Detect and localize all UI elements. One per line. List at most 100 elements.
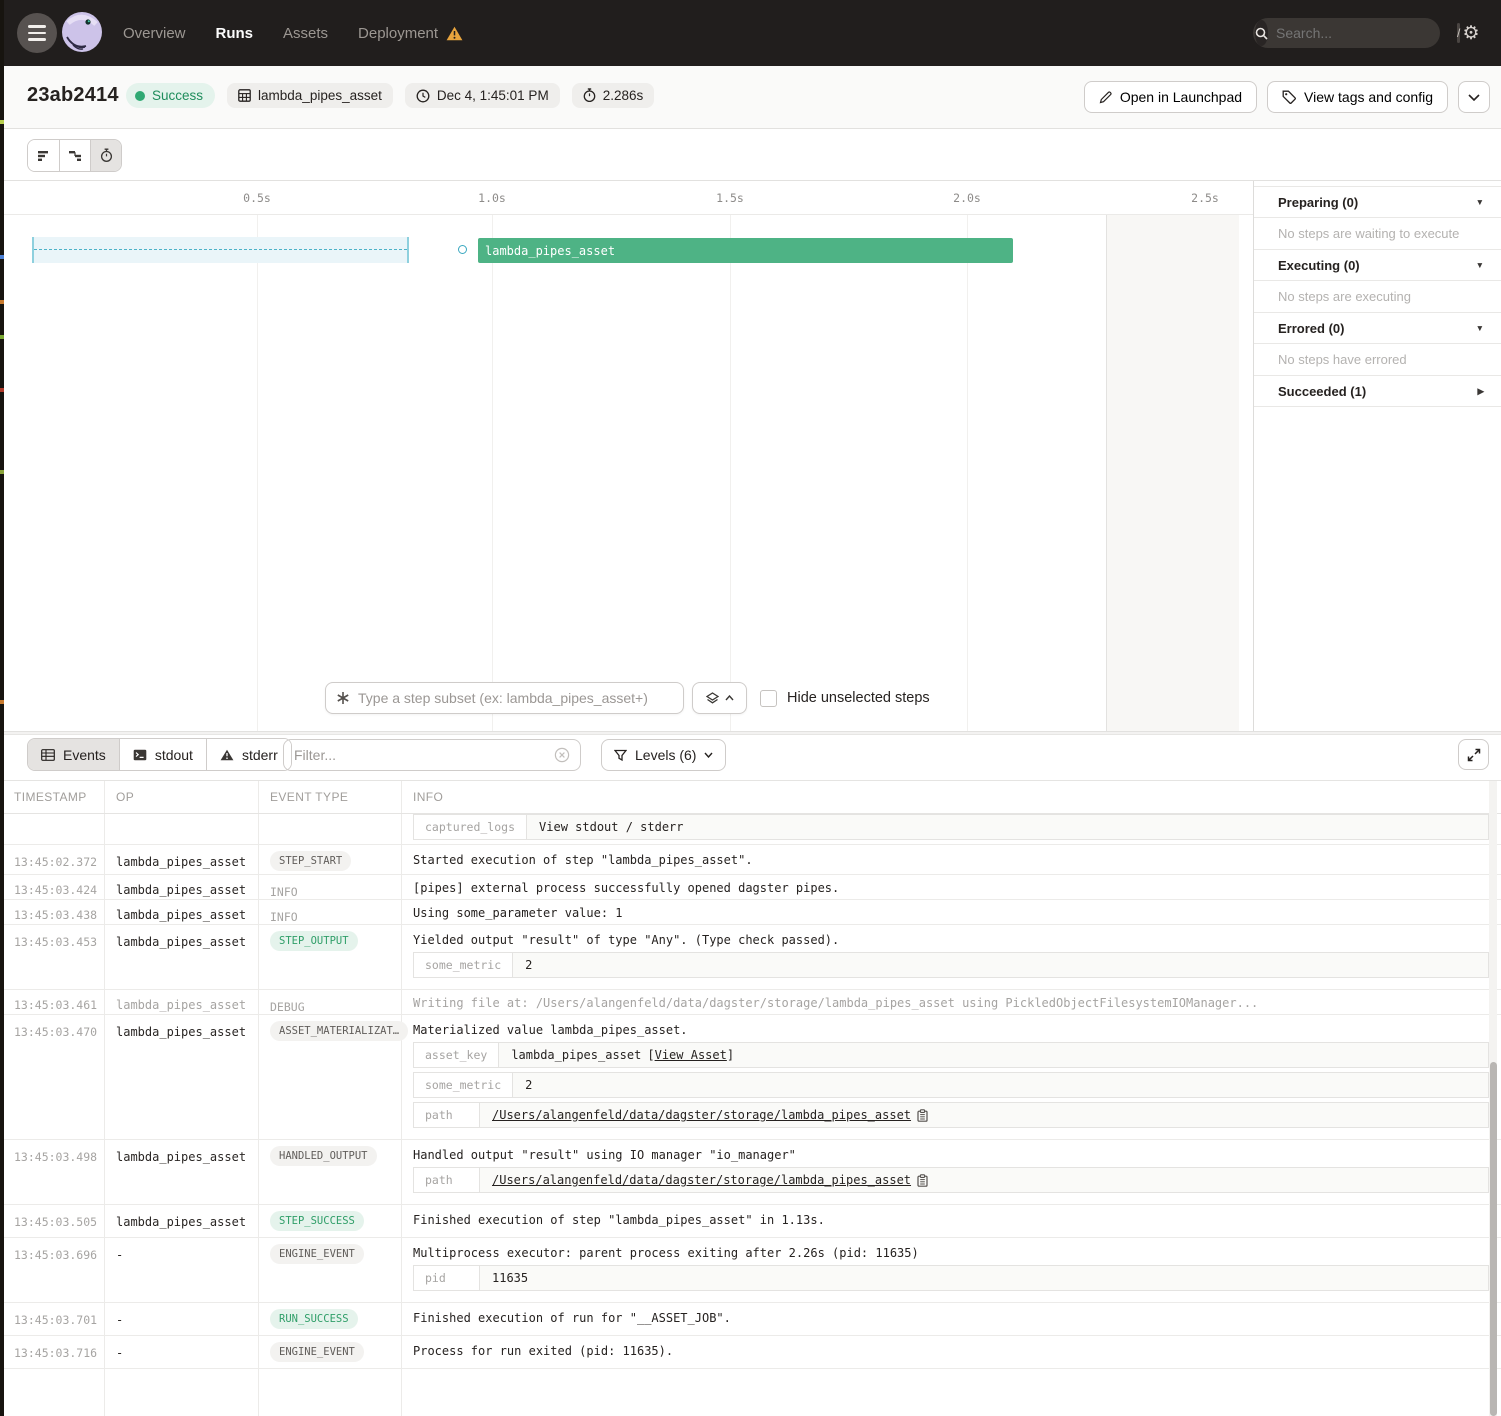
sidebar-section-title: Executing (0) <box>1278 258 1360 273</box>
event-op: - <box>116 1313 123 1327</box>
open-in-launchpad-button[interactable]: Open in Launchpad <box>1084 81 1257 113</box>
event-type-badge: ENGINE_EVENT <box>270 1244 364 1264</box>
search-box[interactable]: / <box>1253 18 1440 48</box>
event-timestamp: 13:45:03.498 <box>14 1150 97 1164</box>
event-info-text: Started execution of step "lambda_pipes_… <box>413 853 1489 868</box>
copy-path-icon[interactable] <box>917 1174 928 1187</box>
caret-down-icon: ▼ <box>1476 197 1484 207</box>
event-info-text: Handled output "result" using IO manager… <box>413 1148 1489 1163</box>
event-type-cell: ASSET_MATERIALIZAT… <box>259 1015 402 1139</box>
event-op-cell: lambda_pipes_asset <box>105 925 259 989</box>
sidebar-section-title: Succeeded (1) <box>1278 384 1366 399</box>
event-timestamp-cell: 13:45:03.424 <box>0 875 105 899</box>
nav-item-runs[interactable]: Runs <box>216 25 254 42</box>
event-type-cell: HANDLED_OUTPUT <box>259 1140 402 1204</box>
waterfall-view-icon <box>68 150 82 162</box>
event-type-cell: STEP_SUCCESS <box>259 1205 402 1237</box>
preparing-duration-region <box>32 237 409 263</box>
copy-path-icon[interactable] <box>917 1109 928 1122</box>
search-icon <box>1255 20 1268 46</box>
nav-item-overview[interactable]: Overview <box>123 25 186 42</box>
event-type-cell: INFO <box>259 875 402 899</box>
event-type-cell: INFO <box>259 900 402 924</box>
event-row[interactable]: 13:45:03.716-ENGINE_EVENTProcess for run… <box>0 1336 1501 1369</box>
stopwatch-icon <box>583 88 596 103</box>
event-row[interactable]: 13:45:03.701-RUN_SUCCESSFinished executi… <box>0 1303 1501 1336</box>
dagster-logo[interactable] <box>59 10 105 56</box>
event-timestamp: 13:45:03.461 <box>14 998 97 1012</box>
graph-options-button[interactable] <box>692 682 747 714</box>
event-row[interactable]: 13:45:02.372lambda_pipes_assetSTEP_START… <box>0 845 1501 875</box>
event-op-cell: lambda_pipes_asset <box>105 875 259 899</box>
event-info-cell: Using some_parameter value: 1 <box>402 900 1501 924</box>
metadata-entry: some_metric2 <box>413 1072 1489 1098</box>
run-header-more-button[interactable] <box>1458 81 1490 113</box>
sidebar-section-executing[interactable]: Executing (0)▼ <box>1254 249 1501 280</box>
gridline <box>492 215 493 731</box>
event-row[interactable]: captured_logsView stdout / stderr <box>0 814 1501 845</box>
gantt-view-mode-group <box>27 139 122 172</box>
metadata-key: some_metric <box>414 1073 513 1097</box>
event-type-badge: STEP_SUCCESS <box>270 1211 364 1231</box>
nav-item-deployment[interactable]: Deployment <box>358 25 463 42</box>
event-timestamp-cell: 13:45:03.716 <box>0 1336 105 1368</box>
metadata-value: /Users/alangenfeld/data/dagster/storage/… <box>480 1103 1488 1127</box>
metadata-entry: asset_keylambda_pipes_asset[View Asset] <box>413 1042 1489 1068</box>
metadata-entry: path/Users/alangenfeld/data/dagster/stor… <box>413 1102 1489 1128</box>
view-asset-link[interactable]: View Asset <box>655 1048 727 1062</box>
step-subset-box <box>325 682 684 714</box>
column-header-event-type: EVENT TYPE <box>259 781 402 813</box>
event-info-text: [pipes] external process successfully op… <box>413 881 1489 896</box>
sidebar-section-errored[interactable]: Errored (0)▼ <box>1254 312 1501 343</box>
metadata-key: asset_key <box>414 1043 499 1067</box>
tab-Events[interactable]: Events <box>28 739 119 770</box>
tab-label: Events <box>63 747 106 763</box>
event-op: lambda_pipes_asset <box>116 998 246 1012</box>
metadata-value-text[interactable]: View stdout / stderr <box>539 820 684 834</box>
event-row[interactable]: 13:45:03.696-ENGINE_EVENTMultiprocess ex… <box>0 1238 1501 1303</box>
search-input[interactable] <box>1276 25 1457 41</box>
event-row[interactable]: 13:45:03.470lambda_pipes_assetASSET_MATE… <box>0 1015 1501 1140</box>
view-tags-config-button[interactable]: View tags and config <box>1267 81 1448 113</box>
step-subset-input[interactable] <box>358 690 673 706</box>
hide-unselected-checkbox[interactable] <box>760 690 777 707</box>
event-row[interactable]: 13:45:03.461lambda_pipes_assetDEBUGWriti… <box>0 990 1501 1015</box>
event-timestamp-cell: 13:45:03.505 <box>0 1205 105 1237</box>
chevron-up-icon <box>725 695 734 701</box>
panel-expand-button[interactable] <box>1458 739 1489 770</box>
event-row[interactable]: 13:45:03.453lambda_pipes_assetSTEP_OUTPU… <box>0 925 1501 990</box>
run-status-badge: Success <box>126 83 215 108</box>
job-tag[interactable]: lambda_pipes_asset <box>227 83 393 108</box>
axis-tick: 2.0s <box>953 191 981 205</box>
filter-input[interactable] <box>294 747 546 763</box>
view-flat-button[interactable] <box>28 140 59 171</box>
gridline <box>967 215 968 731</box>
metadata-value-link[interactable]: /Users/alangenfeld/data/dagster/storage/… <box>492 1173 911 1187</box>
sidebar-section-succeeded[interactable]: Succeeded (1)▶ <box>1254 375 1501 406</box>
hamburger-menu-button[interactable] <box>17 13 57 53</box>
tab-stdout[interactable]: stdout <box>119 739 206 770</box>
levels-filter-button[interactable]: Levels (6) <box>601 739 726 771</box>
step-bar[interactable]: lambda_pipes_asset <box>478 238 1013 263</box>
axis-tick: 0.5s <box>243 191 271 205</box>
nav-item-assets[interactable]: Assets <box>283 25 328 42</box>
event-row[interactable]: 13:45:03.498lambda_pipes_assetHANDLED_OU… <box>0 1140 1501 1205</box>
metadata-value: 2 <box>513 1073 1488 1097</box>
event-row[interactable]: 13:45:03.505lambda_pipes_assetSTEP_SUCCE… <box>0 1205 1501 1238</box>
sidebar-section-title: Errored (0) <box>1278 321 1344 336</box>
view-timed-button[interactable] <box>90 140 121 171</box>
view-waterfall-button[interactable] <box>59 140 90 171</box>
event-row[interactable]: 13:45:03.424lambda_pipes_assetINFO [pipes… <box>0 875 1501 900</box>
metadata-value: View stdout / stderr <box>527 815 1488 839</box>
scrollbar-thumb[interactable] <box>1490 1062 1497 1416</box>
sidebar-section-preparing[interactable]: Preparing (0)▼ <box>1254 186 1501 217</box>
event-info-text: Finished execution of step "lambda_pipes… <box>413 1213 1489 1228</box>
settings-gear-icon[interactable]: ⚙ <box>1458 20 1484 46</box>
metadata-value-link[interactable]: /Users/alangenfeld/data/dagster/storage/… <box>492 1108 911 1122</box>
clear-filter-icon[interactable] <box>554 747 570 763</box>
duration-tag: 2.286s <box>572 83 655 108</box>
event-timestamp: 13:45:03.696 <box>14 1248 97 1262</box>
event-row[interactable]: 13:45:03.438lambda_pipes_assetINFOUsing … <box>0 900 1501 925</box>
tab-stderr[interactable]: stderr <box>206 739 291 770</box>
nav-item-label: Deployment <box>358 25 438 42</box>
